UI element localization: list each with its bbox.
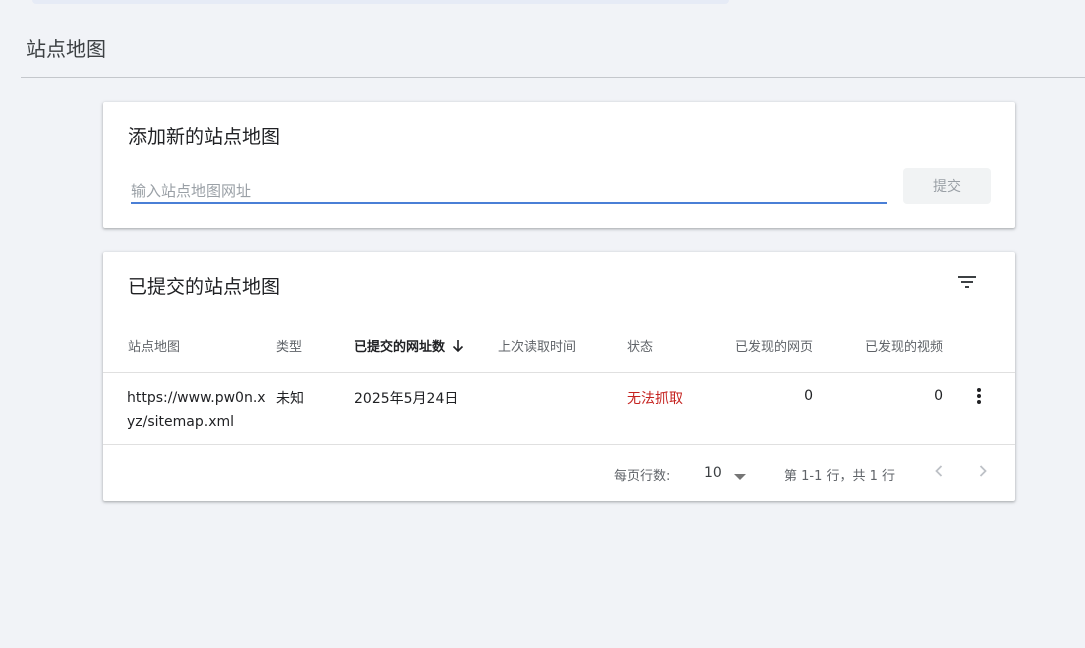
arrow-down-icon xyxy=(451,339,465,357)
top-strip xyxy=(32,0,729,4)
dropdown-caret-icon xyxy=(733,467,747,486)
status-cell: 无法抓取 xyxy=(627,391,683,407)
rows-per-page-label: 每页行数: xyxy=(614,469,671,484)
submitted-cell: 2025年5月24日 xyxy=(354,391,459,407)
sitemap-url-cell: https://www.pw0n.x yz/sitemap.xml xyxy=(127,386,266,434)
title-divider xyxy=(21,77,1085,78)
column-header-last-read[interactable]: 上次读取时间 xyxy=(498,336,576,355)
sitemap-url-line2: yz/sitemap.xml xyxy=(127,414,235,430)
column-header-pages[interactable]: 已发现的网页 xyxy=(735,336,813,355)
sitemap-url-line1: https://www.pw0n.x xyxy=(127,390,266,406)
sitemap-url-input[interactable] xyxy=(131,180,887,204)
column-header-submitted-label: 已提交的网址数 xyxy=(354,340,446,355)
pagination-range: 第 1-1 行，共 1 行 xyxy=(784,469,896,484)
submitted-sitemaps-title: 已提交的站点地图 xyxy=(128,276,281,298)
submit-button[interactable]: 提交 xyxy=(903,168,991,204)
pages-cell: 0 xyxy=(804,388,813,404)
submitted-sitemaps-card: 已提交的站点地图 站点地图 类型 已提交的网址数 上次读取时间 状态 已发现的网… xyxy=(103,252,1015,501)
column-header-submitted[interactable]: 已提交的网址数 xyxy=(354,336,465,357)
rows-per-page-select[interactable]: 10 xyxy=(701,457,753,487)
more-vert-icon[interactable] xyxy=(969,384,989,408)
next-page-icon[interactable] xyxy=(971,459,995,483)
add-sitemap-card: 添加新的站点地图 提交 xyxy=(103,102,1015,228)
column-header-status[interactable]: 状态 xyxy=(627,336,653,355)
previous-page-icon[interactable] xyxy=(927,459,951,483)
rows-per-page-value: 10 xyxy=(704,465,722,481)
header-divider xyxy=(103,372,1015,373)
add-sitemap-title: 添加新的站点地图 xyxy=(128,126,281,148)
page-title: 站点地图 xyxy=(26,37,106,61)
column-header-videos[interactable]: 已发现的视频 xyxy=(865,336,943,355)
filter-icon[interactable] xyxy=(955,270,979,294)
videos-cell: 0 xyxy=(934,388,943,404)
row-divider xyxy=(103,444,1015,445)
type-cell: 未知 xyxy=(276,391,304,407)
column-header-sitemap[interactable]: 站点地图 xyxy=(128,336,180,355)
column-header-type[interactable]: 类型 xyxy=(276,336,302,355)
